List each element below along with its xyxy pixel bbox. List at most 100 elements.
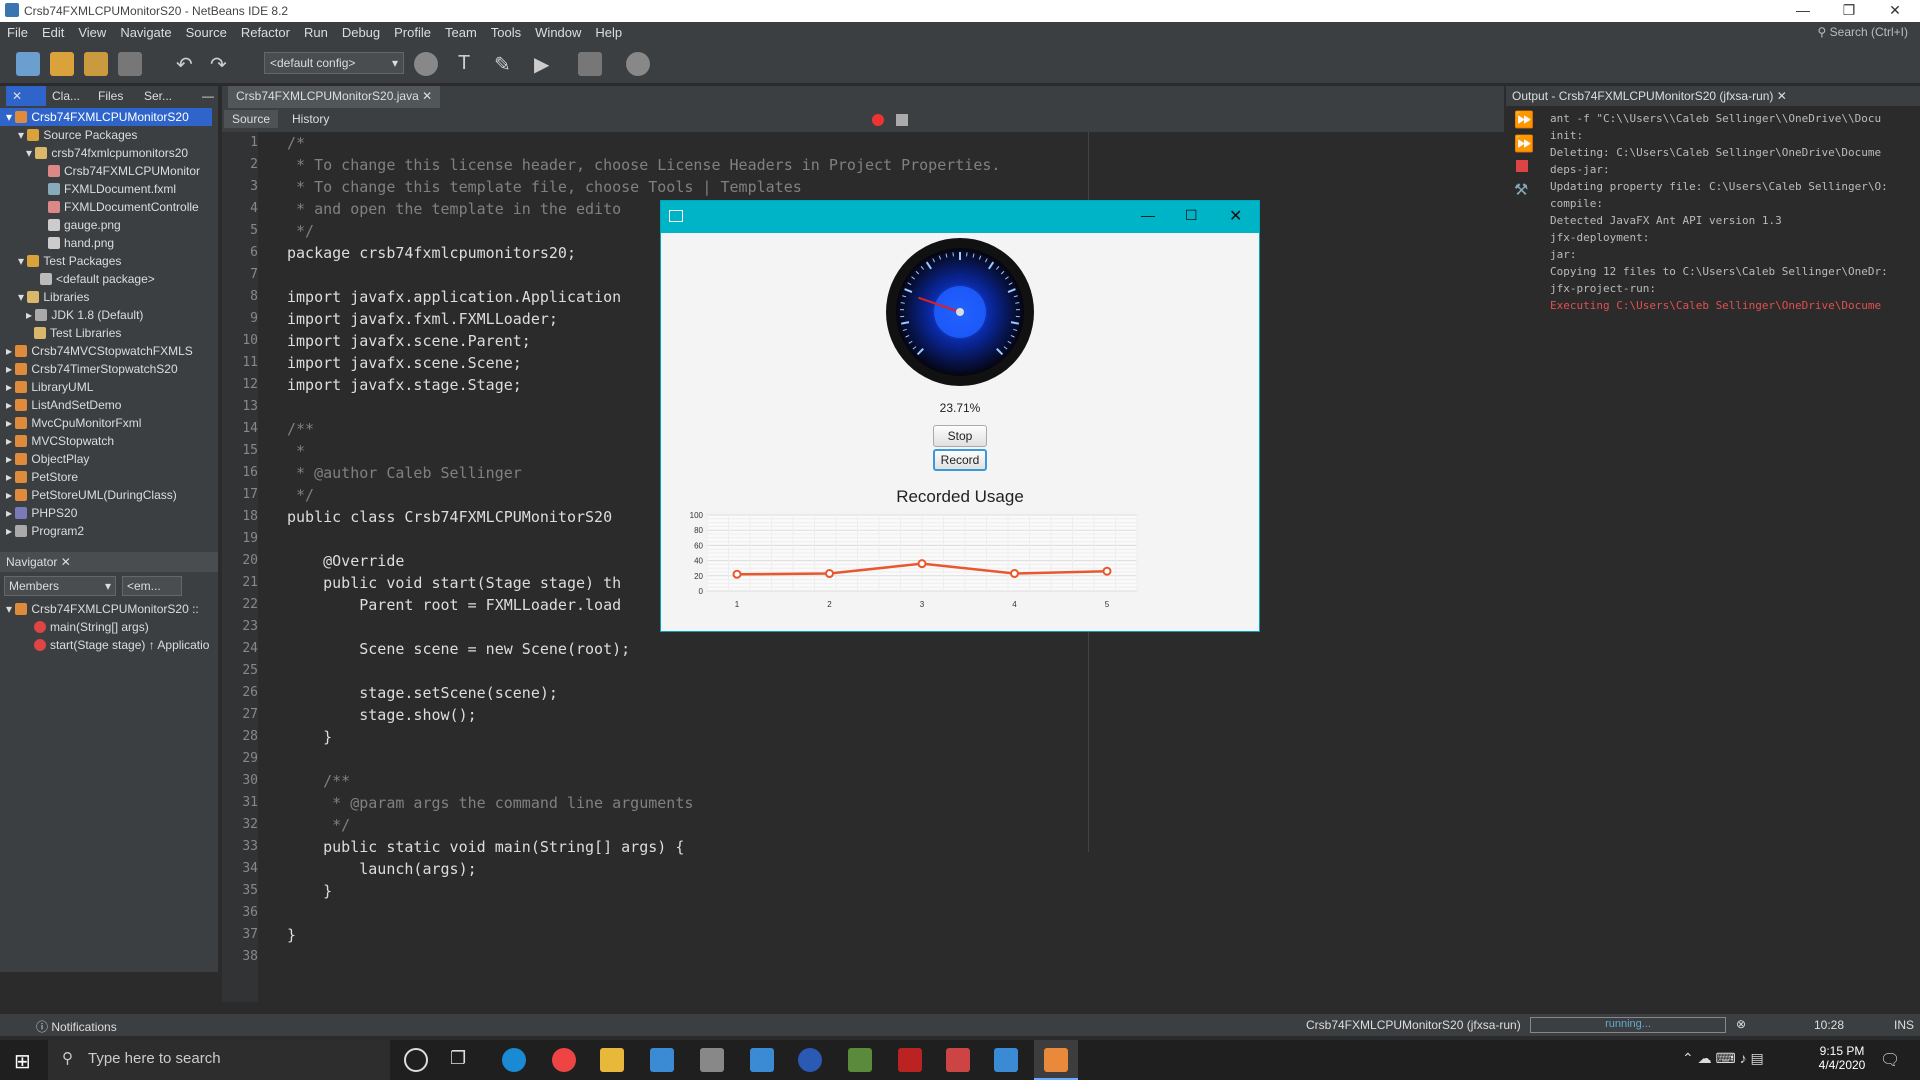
tree-item[interactable]: ▾ Source Packages xyxy=(0,126,212,144)
tree-item[interactable]: Test Libraries xyxy=(0,324,212,342)
navigator-member[interactable]: start(Stage stage) ↑ Applicatio xyxy=(6,636,209,654)
notifications[interactable]: ⓘ Notifications xyxy=(36,1018,117,1035)
undo-icon[interactable]: ↶ xyxy=(176,52,200,76)
chrome-icon[interactable] xyxy=(552,1048,576,1072)
cancel-process-icon[interactable]: ⊗ xyxy=(1736,1017,1746,1031)
clean-build-icon[interactable]: ✎ xyxy=(494,52,518,76)
tree-item[interactable]: ▸ Crsb74TimerStopwatchS20 xyxy=(0,360,212,378)
tab-projects[interactable]: ✕ xyxy=(6,86,46,106)
stop-icon[interactable] xyxy=(1516,160,1528,172)
tree-item[interactable]: ▸ LibraryUML xyxy=(0,378,212,396)
tree-item[interactable]: ▾ Crsb74FXMLCPUMonitorS20 xyxy=(0,108,212,126)
tab-java-file[interactable]: Crsb74FXMLCPUMonitorS20.java ✕ xyxy=(228,86,441,108)
app-icon[interactable] xyxy=(700,1048,724,1072)
menu-window[interactable]: Window xyxy=(528,22,588,43)
debug-icon[interactable] xyxy=(578,52,602,76)
tree-item[interactable]: ▸ MvcCpuMonitorFxml xyxy=(0,414,212,432)
new-file-icon[interactable] xyxy=(16,52,40,76)
clock[interactable]: 9:15 PM 4/4/2020 xyxy=(1814,1044,1870,1072)
netbeans-taskbar-icon[interactable] xyxy=(994,1048,1018,1072)
app-icon[interactable] xyxy=(946,1048,970,1072)
tab-source[interactable]: Source xyxy=(224,110,279,128)
empty-filter-select[interactable]: <em... xyxy=(122,576,182,596)
tab-files[interactable]: Files xyxy=(92,86,129,106)
tree-item[interactable]: Crsb74FXMLCPUMonitor xyxy=(0,162,212,180)
redo-icon[interactable]: ↷ xyxy=(210,52,234,76)
file-explorer-icon[interactable] xyxy=(600,1048,624,1072)
tree-item[interactable]: FXMLDocumentControlle xyxy=(0,198,212,216)
tree-item[interactable]: ▸ MVCStopwatch xyxy=(0,432,212,450)
task-view-icon[interactable]: ❐ xyxy=(450,1048,474,1072)
tree-item[interactable]: ▾ crsb74fxmlcpumonitors20 xyxy=(0,144,212,162)
new-project-icon[interactable] xyxy=(50,52,74,76)
menu-file[interactable]: File xyxy=(0,22,35,43)
mail-icon[interactable] xyxy=(650,1048,674,1072)
stop-button[interactable]: Stop xyxy=(933,425,987,447)
tab-history[interactable]: History xyxy=(284,110,337,128)
rerun-params-icon[interactable]: ⏩ xyxy=(1514,134,1534,154)
minimize-button[interactable]: — xyxy=(1780,0,1826,22)
record-button[interactable]: Record xyxy=(933,449,987,471)
minimize-button[interactable]: — xyxy=(1141,207,1155,223)
close-icon[interactable]: ✕ xyxy=(1777,89,1787,103)
menu-debug[interactable]: Debug xyxy=(335,22,387,43)
profile-icon[interactable] xyxy=(626,52,650,76)
menu-team[interactable]: Team xyxy=(438,22,484,43)
close-icon[interactable]: ✕ xyxy=(422,89,432,103)
tree-item[interactable]: ▸ Crsb74MVCStopwatchFXMLS xyxy=(0,342,212,360)
tree-item[interactable]: <default package> xyxy=(0,270,212,288)
navigator-root[interactable]: ▾ Crsb74FXMLCPUMonitorS20 :: xyxy=(6,600,209,618)
edge-icon[interactable] xyxy=(502,1048,526,1072)
save-all-icon[interactable] xyxy=(118,52,142,76)
navigator-member[interactable]: main(String[] args) xyxy=(6,618,209,636)
cortana-icon[interactable] xyxy=(404,1048,428,1072)
taskbar-search[interactable]: ⚲ Type here to search xyxy=(48,1040,390,1080)
close-button[interactable]: ✕ xyxy=(1872,0,1918,22)
open-project-icon[interactable] xyxy=(84,52,108,76)
app-icon[interactable] xyxy=(798,1048,822,1072)
menu-tools[interactable]: Tools xyxy=(484,22,528,43)
menu-navigate[interactable]: Navigate xyxy=(113,22,178,43)
tree-item[interactable]: hand.png xyxy=(0,234,212,252)
stop-macro-icon[interactable] xyxy=(896,114,908,126)
notification-center-icon[interactable]: 🗨 xyxy=(1880,1050,1900,1070)
windows-start-icon[interactable]: ⊞ xyxy=(14,1049,31,1074)
config-select[interactable]: <default config> ▾ xyxy=(264,52,404,74)
settings-icon[interactable]: ⚒ xyxy=(1514,180,1528,200)
build-hammer-icon[interactable]: T xyxy=(458,52,482,76)
tree-item[interactable]: ▾ Test Packages xyxy=(0,252,212,270)
tree-item[interactable]: ▸ PetStore xyxy=(0,468,212,486)
menu-edit[interactable]: Edit xyxy=(35,22,71,43)
globe-icon[interactable] xyxy=(414,52,438,76)
run-icon[interactable]: ▶ xyxy=(534,52,558,76)
menu-run[interactable]: Run xyxy=(297,22,335,43)
rerun-icon[interactable]: ⏩ xyxy=(1514,110,1534,130)
close-icon[interactable]: ✕ xyxy=(61,555,71,569)
close-button[interactable]: ✕ xyxy=(1229,206,1242,226)
menu-help[interactable]: Help xyxy=(588,22,629,43)
maximize-button[interactable]: ☐ xyxy=(1185,207,1198,224)
members-filter-select[interactable]: Members ▾ xyxy=(4,576,116,596)
tray-icons[interactable]: ⌃ ☁ ⌨ ♪ ▤ xyxy=(1682,1050,1764,1067)
search-input[interactable]: ⚲ Search (Ctrl+I) xyxy=(1818,25,1908,39)
close-icon[interactable]: ✕ xyxy=(12,89,22,103)
gpu-icon[interactable] xyxy=(898,1048,922,1072)
app-icon[interactable] xyxy=(750,1048,774,1072)
tab-services[interactable]: Ser... xyxy=(138,86,178,106)
menu-refactor[interactable]: Refactor xyxy=(234,22,297,43)
menu-profile[interactable]: Profile xyxy=(387,22,438,43)
tree-item[interactable]: ▸ PHPS20 xyxy=(0,504,212,522)
menu-source[interactable]: Source xyxy=(179,22,234,43)
tree-item[interactable]: ▸ PetStoreUML(DuringClass) xyxy=(0,486,212,504)
minecraft-icon[interactable] xyxy=(848,1048,872,1072)
maximize-button[interactable]: ❐ xyxy=(1826,0,1872,22)
tree-item[interactable]: ▸ JDK 1.8 (Default) xyxy=(0,306,212,324)
java-taskbar-button[interactable] xyxy=(1034,1040,1078,1080)
minimize-pane-icon[interactable]: — xyxy=(196,86,220,106)
tree-item[interactable]: ▸ ObjectPlay xyxy=(0,450,212,468)
tree-item[interactable]: ▸ ListAndSetDemo xyxy=(0,396,212,414)
tree-item[interactable]: ▾ Libraries xyxy=(0,288,212,306)
tree-item[interactable]: FXMLDocument.fxml xyxy=(0,180,212,198)
tree-item[interactable]: gauge.png xyxy=(0,216,212,234)
tree-item[interactable]: ▸ Program2 xyxy=(0,522,212,540)
